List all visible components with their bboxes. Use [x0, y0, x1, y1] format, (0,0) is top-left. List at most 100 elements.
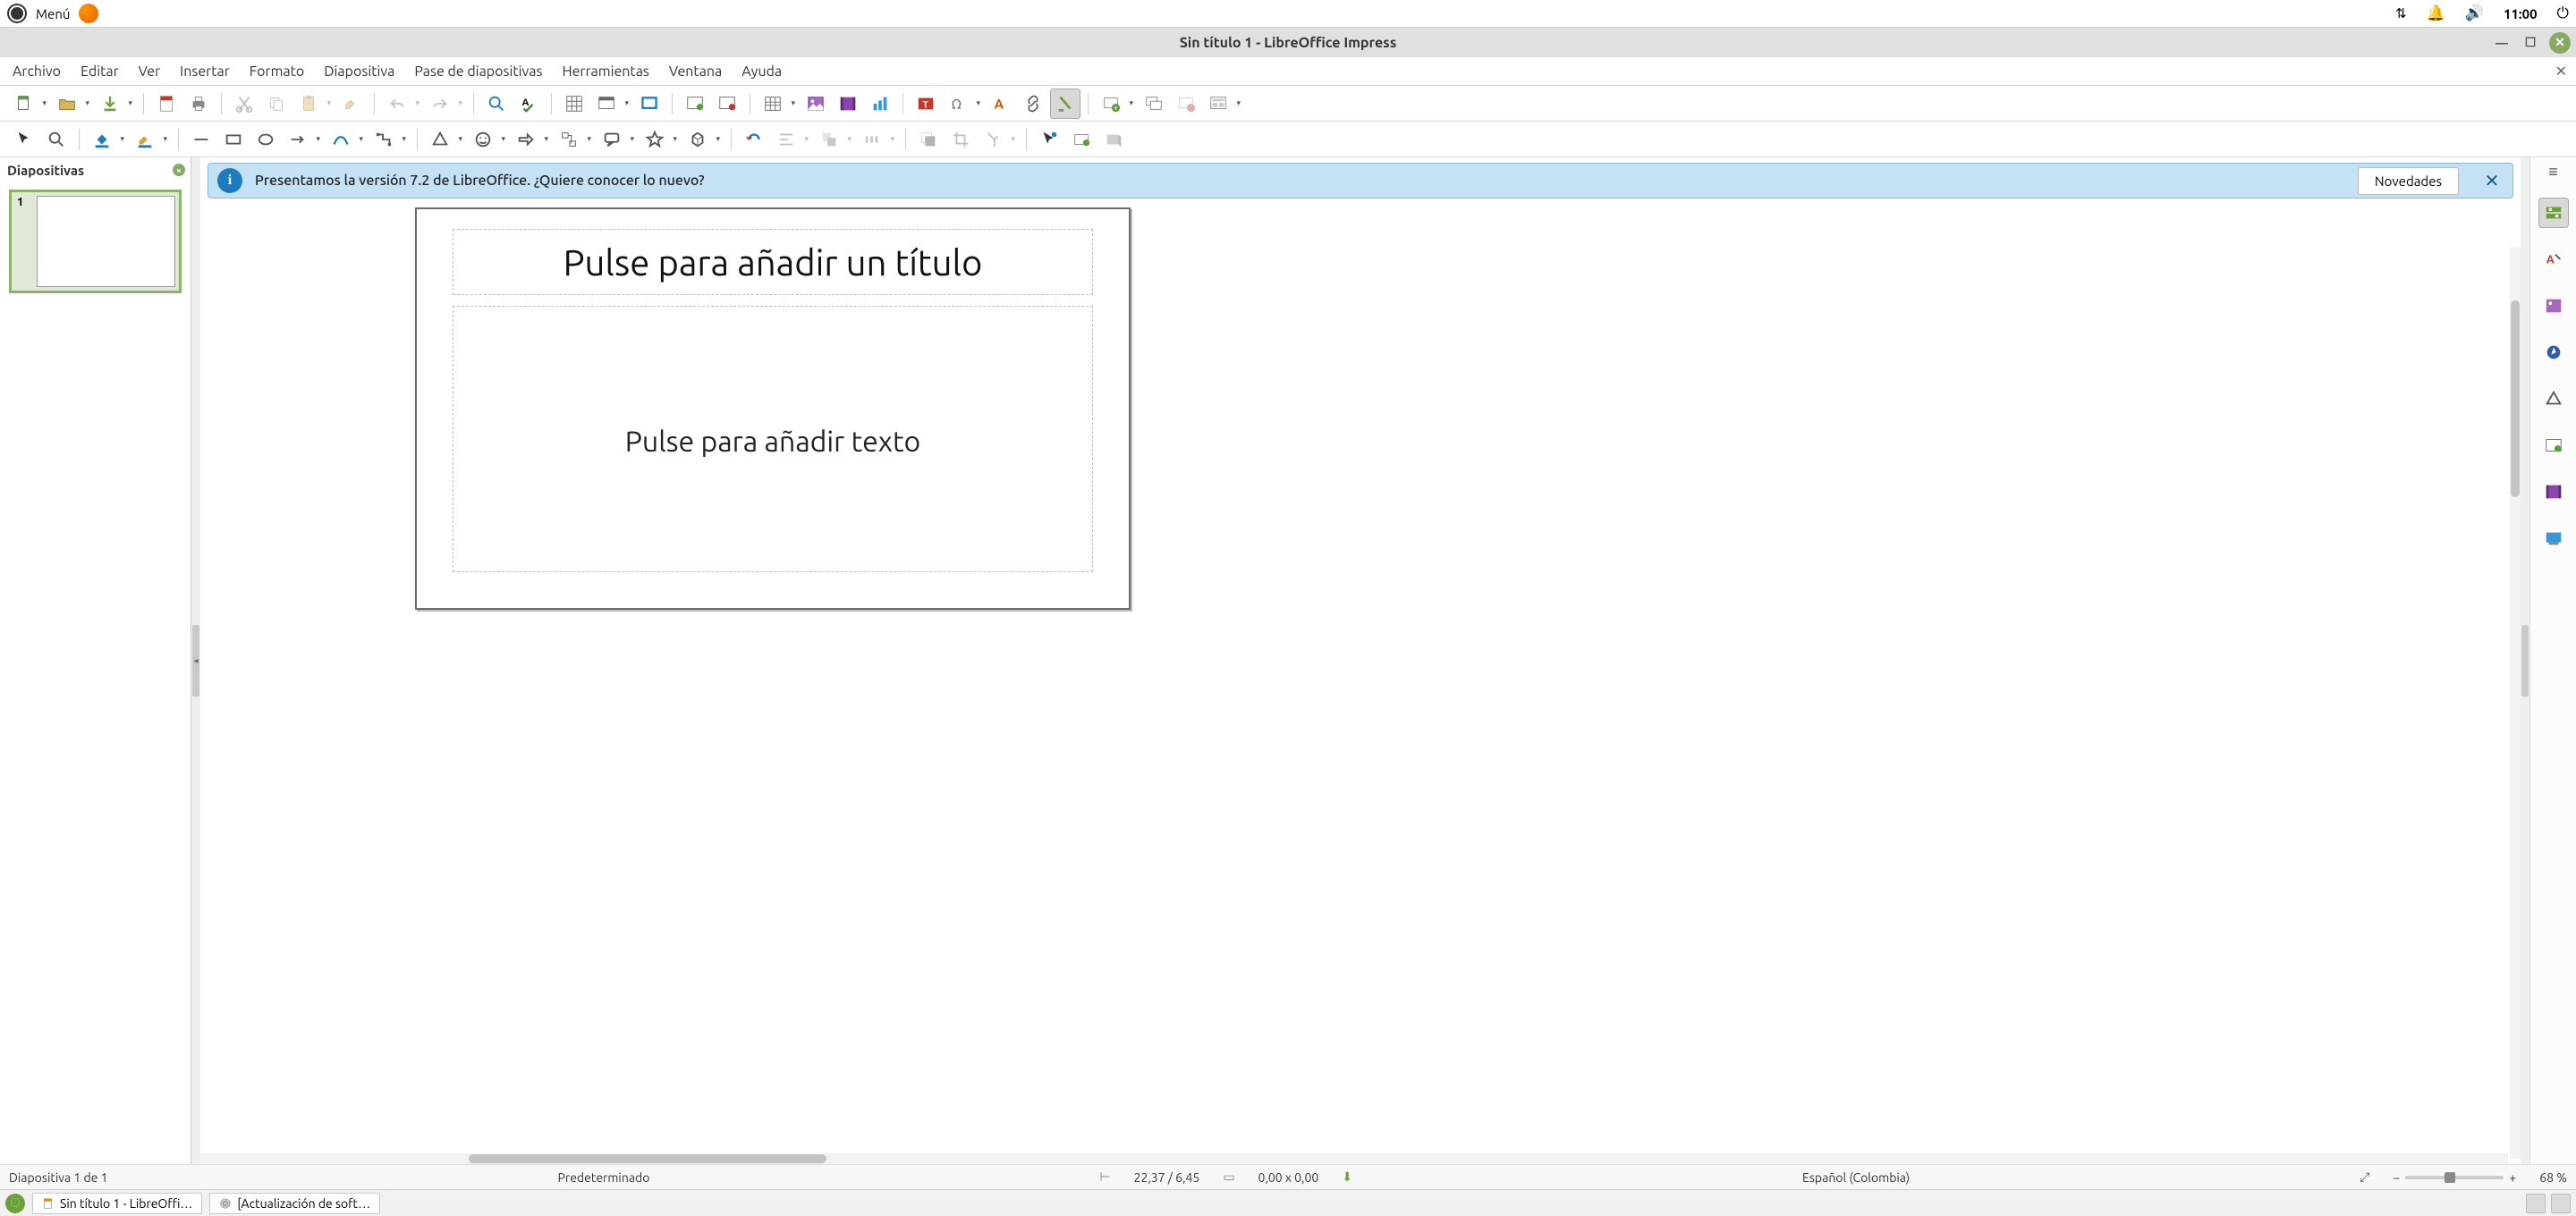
- export-pdf-button[interactable]: [151, 89, 182, 119]
- close-panel-icon[interactable]: ×: [173, 164, 185, 176]
- symbol-shapes-button[interactable]: [468, 124, 498, 155]
- ellipse-tool-button[interactable]: [250, 124, 281, 155]
- menu-ayuda[interactable]: Ayuda: [741, 63, 782, 80]
- clone-formatting-button[interactable]: [336, 89, 367, 119]
- curves-polygons-button[interactable]: [326, 124, 356, 155]
- copy-button[interactable]: [261, 89, 292, 119]
- gluepoints-button[interactable]: [1050, 89, 1080, 119]
- spellcheck-button[interactable]: A: [513, 89, 544, 119]
- toggle-point-edit-button[interactable]: [1034, 124, 1064, 155]
- connectors-button[interactable]: [369, 124, 399, 155]
- infobar-close-icon[interactable]: ✕: [2480, 169, 2504, 192]
- vertical-scrollbar[interactable]: [2510, 247, 2521, 1159]
- insert-av-button[interactable]: [833, 89, 863, 119]
- zoom-slider[interactable]: − +: [2393, 1170, 2516, 1185]
- display-mode-button[interactable]: [634, 89, 665, 119]
- insert-special-char-button[interactable]: Ω: [943, 89, 973, 119]
- flowchart-button[interactable]: [554, 124, 584, 155]
- toggle-grid-button[interactable]: [559, 89, 589, 119]
- sidebar-animation-icon[interactable]: [2538, 477, 2569, 507]
- insert-fontwork-button[interactable]: A: [986, 89, 1016, 119]
- left-splitter[interactable]: ◂: [191, 157, 200, 1164]
- sidebar-shapes-icon[interactable]: [2538, 384, 2569, 414]
- select-tool-button[interactable]: [9, 124, 39, 155]
- right-splitter[interactable]: [2521, 157, 2529, 1164]
- crop-button[interactable]: [945, 124, 976, 155]
- power-icon[interactable]: ⏻: [2557, 4, 2569, 22]
- clock[interactable]: 11:00: [2504, 6, 2538, 21]
- toggle-extrusion-button[interactable]: [1098, 124, 1129, 155]
- zoom-out-icon[interactable]: −: [2393, 1170, 2400, 1185]
- display-views-button[interactable]: [591, 89, 622, 119]
- line-tool-button[interactable]: [186, 124, 216, 155]
- distribute-button[interactable]: [857, 124, 887, 155]
- new-document-button[interactable]: [9, 89, 39, 119]
- system-menu-label[interactable]: Menú: [36, 6, 70, 21]
- ubuntu-logo-icon[interactable]: [7, 4, 27, 23]
- slide-layout-button[interactable]: [1203, 89, 1233, 119]
- sidebar-master-slides-icon[interactable]: [2538, 523, 2569, 553]
- paste-button[interactable]: [293, 89, 324, 119]
- sidebar-gallery-icon[interactable]: [2538, 291, 2569, 321]
- callouts-button[interactable]: [597, 124, 627, 155]
- block-arrows-button[interactable]: [511, 124, 541, 155]
- new-slide-button[interactable]: +: [1096, 89, 1126, 119]
- delete-slide-button[interactable]: [1171, 89, 1201, 119]
- tray-icon-1[interactable]: [2526, 1194, 2546, 1213]
- line-color-button[interactable]: [130, 124, 160, 155]
- cut-button[interactable]: [229, 89, 259, 119]
- minimize-button[interactable]: —: [2492, 33, 2512, 53]
- volume-icon[interactable]: 🔊: [2465, 4, 2484, 22]
- menu-formato[interactable]: Formato: [250, 63, 304, 80]
- align-objects-button[interactable]: [771, 124, 801, 155]
- taskbar-item-updater[interactable]: [Actualización de soft…: [209, 1193, 380, 1214]
- tray-icon-2[interactable]: [2551, 1194, 2571, 1213]
- menu-insertar[interactable]: Insertar: [180, 63, 230, 80]
- undo-button[interactable]: [382, 89, 412, 119]
- notifications-icon[interactable]: 🔔: [2427, 4, 2445, 22]
- rotate-button[interactable]: [739, 124, 769, 155]
- menu-editar[interactable]: Editar: [80, 63, 119, 80]
- filter-button[interactable]: [978, 124, 1008, 155]
- menu-pase[interactable]: Pase de diapositivas: [414, 63, 542, 80]
- sidebar-styles-icon[interactable]: A: [2538, 244, 2569, 274]
- menu-diapositiva[interactable]: Diapositiva: [324, 63, 394, 80]
- sidebar-properties-icon[interactable]: [2538, 198, 2569, 228]
- slide-canvas[interactable]: Pulse para añadir un título Pulse para a…: [415, 207, 1131, 610]
- insert-table-button[interactable]: [758, 89, 788, 119]
- news-button[interactable]: Novedades: [2358, 167, 2459, 195]
- sidebar-slide-transition-icon[interactable]: [2538, 430, 2569, 460]
- sidebar-navigator-icon[interactable]: [2538, 337, 2569, 367]
- print-button[interactable]: [183, 89, 214, 119]
- fill-color-button[interactable]: [87, 124, 117, 155]
- save-button[interactable]: [95, 89, 125, 119]
- firefox-icon[interactable]: [79, 4, 98, 23]
- arrange-button[interactable]: [814, 124, 844, 155]
- taskbar-item-impress[interactable]: Sin título 1 - LibreOffi…: [32, 1193, 202, 1214]
- lines-arrows-button[interactable]: [283, 124, 313, 155]
- zoom-in-icon[interactable]: +: [2509, 1170, 2516, 1185]
- title-placeholder[interactable]: Pulse para añadir un título: [453, 229, 1093, 295]
- save-indicator-icon[interactable]: ⬇: [1342, 1170, 1352, 1185]
- horizontal-scrollbar[interactable]: [200, 1153, 2508, 1164]
- close-document-icon[interactable]: ✕: [2555, 63, 2567, 80]
- close-button[interactable]: ✕: [2549, 32, 2571, 54]
- stars-button[interactable]: [640, 124, 670, 155]
- menu-ventana[interactable]: Ventana: [669, 63, 722, 80]
- start-button-icon[interactable]: ◌: [5, 1194, 25, 1213]
- duplicate-slide-button[interactable]: [1139, 89, 1169, 119]
- insert-hyperlink-button[interactable]: [1018, 89, 1048, 119]
- network-icon[interactable]: ⇅: [2395, 5, 2407, 21]
- status-language[interactable]: Español (Colombia): [1802, 1170, 1910, 1185]
- rectangle-tool-button[interactable]: [218, 124, 249, 155]
- menu-archivo[interactable]: Archivo: [13, 63, 61, 80]
- master-slide-button[interactable]: [680, 89, 710, 119]
- menu-ver[interactable]: Ver: [139, 63, 160, 80]
- shadow-button[interactable]: [913, 124, 944, 155]
- find-replace-button[interactable]: [481, 89, 512, 119]
- fit-slide-icon[interactable]: ⤢: [2360, 1170, 2369, 1185]
- 3d-objects-button[interactable]: [682, 124, 713, 155]
- slide-thumbnail-1[interactable]: 1: [9, 190, 182, 293]
- sidebar-menu-icon[interactable]: ≡: [2548, 163, 2558, 182]
- start-presentation-button[interactable]: [712, 89, 742, 119]
